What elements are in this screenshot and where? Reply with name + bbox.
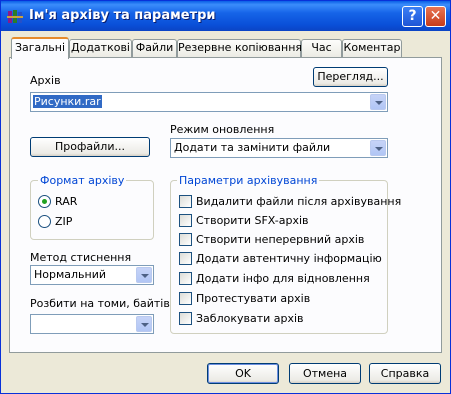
format-zip-radio[interactable]: [38, 215, 51, 228]
split-volumes-label: Розбити на томи, байтів: [30, 297, 170, 310]
test-archive-checkbox[interactable]: [179, 292, 192, 305]
cancel-button[interactable]: Отмена: [289, 363, 361, 384]
profiles-button[interactable]: Профайли...: [30, 137, 150, 157]
sfx-label[interactable]: Створити SFX-архів: [196, 214, 309, 227]
solid-checkbox[interactable]: [179, 233, 192, 246]
recovery-record-label[interactable]: Додати інфо для відновлення: [196, 272, 370, 285]
chevron-down-icon[interactable]: [370, 94, 386, 110]
compression-method-label: Метод стиснення: [30, 251, 132, 264]
update-mode-value: Додати та замінити файли: [174, 141, 331, 154]
chevron-down-icon[interactable]: [370, 140, 386, 156]
tab-files[interactable]: Файли: [132, 39, 177, 57]
test-archive-label[interactable]: Протестувати архів: [196, 292, 310, 305]
tab-comment[interactable]: Коментар: [342, 39, 402, 57]
chevron-down-icon[interactable]: [136, 316, 152, 332]
authenticity-checkbox[interactable]: [179, 252, 192, 265]
archive-format-group: [30, 180, 154, 240]
dialog-window: Ім'я архіву та параметри ? ✕ Загальні До…: [0, 0, 451, 394]
help-icon[interactable]: ?: [402, 6, 423, 27]
archive-format-title: Формат архіву: [38, 174, 127, 187]
format-rar-label[interactable]: RAR: [55, 195, 77, 208]
update-mode-select[interactable]: Додати та замінити файли: [170, 138, 388, 158]
format-zip-label[interactable]: ZIP: [55, 215, 72, 228]
archive-name-input[interactable]: Рисунки.rar: [30, 92, 388, 112]
close-icon[interactable]: ✕: [425, 6, 446, 27]
browse-button[interactable]: Перегляд...: [313, 67, 388, 87]
window-title: Ім'я архіву та параметри: [29, 8, 216, 23]
tab-general[interactable]: Загальні: [11, 37, 69, 59]
lock-archive-checkbox[interactable]: [179, 312, 192, 325]
archive-name-value: Рисунки.rar: [33, 95, 102, 108]
archive-name-label: Архів: [30, 74, 61, 87]
winrar-books-icon: [7, 10, 23, 23]
ok-button[interactable]: OK: [207, 363, 279, 384]
split-volumes-select[interactable]: [30, 314, 154, 334]
lock-archive-label[interactable]: Заблокувати архів: [196, 312, 304, 325]
format-rar-radio[interactable]: [38, 195, 51, 208]
delete-after-label[interactable]: Видалити файли після архівування: [196, 195, 401, 208]
tab-advanced[interactable]: Додаткові: [69, 39, 132, 57]
chevron-down-icon[interactable]: [136, 267, 152, 283]
authenticity-label[interactable]: Додати автентичну інформацію: [196, 252, 382, 265]
help-button[interactable]: Справка: [369, 363, 441, 384]
archiving-options-title: Параметри архівування: [177, 174, 320, 187]
title-bar[interactable]: Ім'я архіву та параметри ? ✕: [1, 1, 450, 31]
delete-after-checkbox[interactable]: [179, 195, 192, 208]
compression-method-value: Нормальний: [34, 268, 107, 281]
recovery-record-checkbox[interactable]: [179, 272, 192, 285]
update-mode-label: Режим оновлення: [170, 123, 275, 136]
tab-time[interactable]: Час: [301, 39, 342, 57]
sfx-checkbox[interactable]: [179, 214, 192, 227]
solid-label[interactable]: Створити неперервний архів: [196, 233, 364, 246]
tab-backup[interactable]: Резервне копіювання: [177, 39, 302, 57]
tab-panel-general: Архів Перегляд... Рисунки.rar Режим онов…: [9, 57, 442, 353]
compression-method-select[interactable]: Нормальний: [30, 265, 154, 285]
